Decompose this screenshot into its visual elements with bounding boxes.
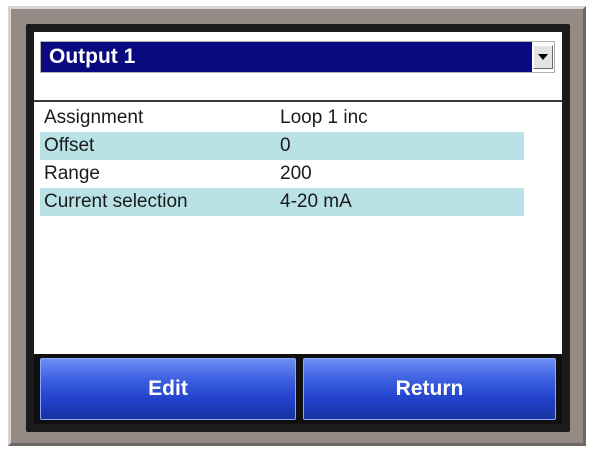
row-value: Loop 1 inc: [280, 107, 368, 128]
table-row: Assignment Loop 1 inc: [40, 104, 524, 132]
edit-button[interactable]: Edit: [40, 358, 296, 420]
row-value: 0: [280, 135, 291, 156]
table-row: Current selection 4-20 mA: [40, 188, 524, 216]
output-select-value[interactable]: Output 1: [41, 42, 532, 72]
row-label: Range: [44, 163, 100, 184]
return-button[interactable]: Return: [303, 358, 556, 420]
touch-screen: Output 1 Assignment Loop 1 inc Offset 0 …: [34, 32, 562, 424]
chevron-down-icon: [538, 54, 548, 60]
row-label: Assignment: [44, 107, 144, 128]
dropdown-arrow-button[interactable]: [533, 45, 553, 69]
row-label: Offset: [44, 135, 95, 156]
output-select[interactable]: Output 1: [40, 41, 555, 73]
row-value: 4-20 mA: [280, 191, 352, 212]
button-bar: Edit Return: [34, 354, 562, 424]
settings-table: Assignment Loop 1 inc Offset 0 Range 200…: [40, 104, 524, 216]
row-label: Current selection: [44, 191, 188, 212]
table-row: Offset 0: [40, 132, 524, 160]
row-value: 200: [280, 163, 312, 184]
divider: [34, 100, 562, 102]
table-row: Range 200: [40, 160, 524, 188]
